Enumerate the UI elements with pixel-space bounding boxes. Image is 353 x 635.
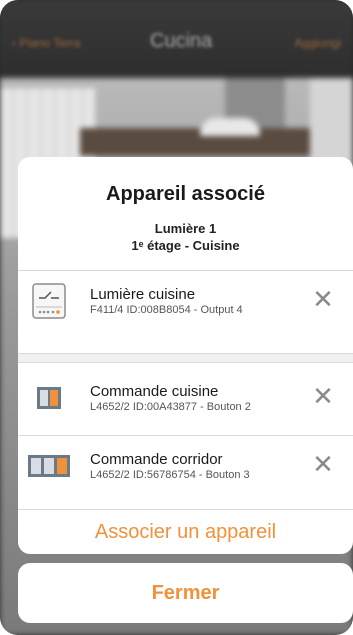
section-divider	[18, 353, 353, 363]
double-switch-icon	[32, 380, 66, 416]
triple-switch-icon	[26, 448, 72, 484]
device-row: Commande corridor L4652/2 ID:56786754 - …	[18, 436, 353, 496]
device-name: Commande corridor	[90, 451, 223, 468]
device-details: L4652/2 ID:56786754 - Bouton 3	[90, 469, 250, 481]
device-name: Lumière cuisine	[90, 286, 196, 303]
remove-device-button[interactable]: ✕	[309, 450, 337, 478]
dialog-title: Appareil associé	[106, 183, 265, 205]
background-header: ‹ Piano Terra Cucina Aggiungi	[0, 0, 353, 78]
associate-device-button[interactable]: Associer un appareil	[18, 510, 353, 554]
associated-device-dialog: Appareil associé Lumière 1 1ᵉ étage - Cu…	[18, 157, 353, 554]
device-name: Commande cuisine	[90, 383, 219, 400]
room-lamp	[200, 118, 260, 136]
close-button[interactable]: Fermer	[18, 563, 353, 623]
device-details: L4652/2 ID:00A43877 - Bouton 2	[90, 401, 251, 413]
device-row: Commande cuisine L4652/2 ID:00A43877 - B…	[18, 368, 353, 428]
dialog-subtitle-location: 1ᵉ étage - Cuisine	[131, 238, 240, 253]
dialog-header: Appareil associé Lumière 1 1ᵉ étage - Cu…	[18, 157, 353, 270]
background-add-link: Aggiungi	[294, 36, 341, 50]
dialog-subtitle-light: Lumière 1	[154, 221, 217, 236]
background-title: Cucina	[150, 30, 213, 52]
device-details: F411/4 ID:008B8054 - Output 4	[90, 304, 243, 316]
remove-device-button[interactable]: ✕	[309, 285, 337, 313]
remove-device-button[interactable]: ✕	[309, 382, 337, 410]
device-row: Lumière cuisine F411/4 ID:008B8054 - Out…	[18, 271, 353, 331]
background-back-link: ‹ Piano Terra	[12, 36, 81, 50]
actuator-icon	[32, 283, 66, 319]
